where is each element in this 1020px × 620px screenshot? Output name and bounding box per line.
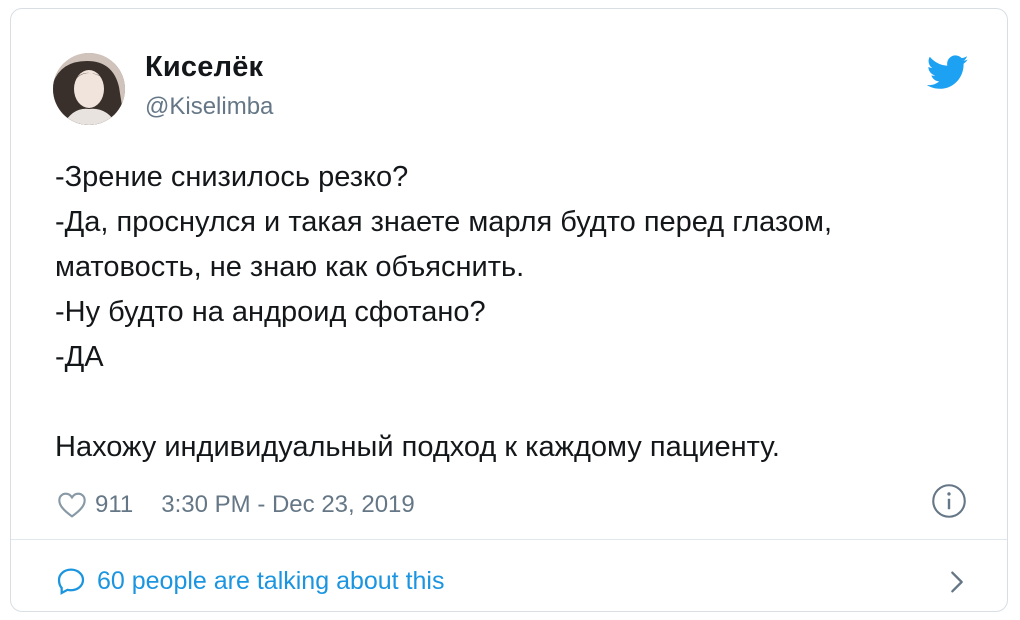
tweet-line: -Ну будто на андроид сфотано?: [55, 296, 486, 328]
twitter-bird-icon[interactable]: [927, 51, 969, 93]
tweet-timestamp[interactable]: 3:30 PM - Dec 23, 2019: [161, 491, 414, 519]
tweet-meta: 911 3:30 PM - Dec 23, 2019: [55, 485, 415, 525]
divider: [11, 539, 1007, 540]
tweet-line: Нахожу индивидуальный подход к каждому п…: [55, 431, 780, 463]
conversation-link-label[interactable]: 60 people are talking about this: [97, 567, 444, 596]
tweet-line: -Зрение снизилось резко?: [55, 161, 409, 193]
tweet-line: матовость, не знаю как объяснить.: [55, 251, 525, 283]
tweet-text: -Зрение снизилось резко? -Да, проснулся …: [55, 155, 975, 470]
tweet-line: -Да, проснулся и такая знаете марля будт…: [55, 206, 833, 238]
comment-bubble-icon: [57, 568, 85, 595]
tweet-card: Киселёк @Kiselimba -Зрение снизилось рез…: [10, 8, 1008, 612]
info-icon[interactable]: [931, 483, 967, 519]
conversation-link[interactable]: 60 people are talking about this: [55, 559, 444, 603]
author-handle[interactable]: @Kiselimba: [145, 93, 273, 121]
author-avatar[interactable]: [53, 53, 125, 125]
author-display-name[interactable]: Киселёк: [145, 51, 263, 84]
like-count[interactable]: 911: [95, 491, 133, 519]
tweet-line: -ДА: [55, 341, 104, 373]
heart-icon[interactable]: [55, 489, 89, 521]
chevron-right-icon[interactable]: [943, 565, 971, 599]
avatar-image: [53, 53, 125, 125]
